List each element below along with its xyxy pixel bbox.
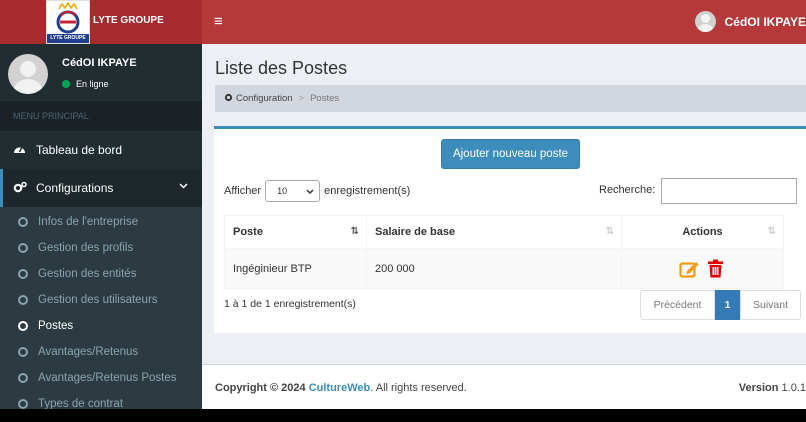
length-control: Afficher 10 enregistrement(s) xyxy=(224,180,410,202)
top-navbar: ≡ CédOI IKPAYE xyxy=(202,0,806,44)
circle-icon xyxy=(18,321,28,331)
subitem-label: Gestion des entités xyxy=(38,268,137,280)
edit-icon[interactable] xyxy=(679,259,700,278)
sort-icon: ⇅ xyxy=(605,226,614,237)
sidebar-item-configurations[interactable]: Configurations xyxy=(0,169,202,207)
table-row: Ingéginieur BTP 200 000 xyxy=(224,248,784,289)
main-content: Liste des Postes Configuration > Postes … xyxy=(202,44,806,364)
next-page-button[interactable]: Suivant xyxy=(740,290,801,320)
logo-area[interactable]: LYTE GROUPE LYTE GROUPE xyxy=(0,0,202,44)
breadcrumb-separator: > xyxy=(298,93,305,104)
dashboard-icon xyxy=(13,143,27,157)
cell-salaire: 200 000 xyxy=(366,248,622,289)
page-title: Liste des Postes xyxy=(215,58,348,78)
version-value: 1.0.1 xyxy=(781,382,806,394)
sidebar-subitem-infos-entreprise[interactable]: Infos de l'entreprise xyxy=(0,209,202,235)
cell-actions xyxy=(621,248,784,289)
user-name: CédOI IKPAYE xyxy=(724,14,806,29)
sidebar-subitem-avantages-retenus[interactable]: Avantages/Retenus xyxy=(0,339,202,365)
logo-emblem-icon xyxy=(56,1,80,34)
footer-brand-link[interactable]: CultureWeb xyxy=(309,382,371,394)
version-label: Version xyxy=(738,382,779,394)
sidebar-subitem-gestion-profils[interactable]: Gestion des profils xyxy=(0,235,202,261)
logo-caption: LYTE GROUPE xyxy=(47,34,89,43)
previous-page-button[interactable]: Précédent xyxy=(640,290,715,320)
sidebar-item-label: Tableau de bord xyxy=(36,143,123,157)
length-select[interactable]: 10 xyxy=(265,180,321,202)
delete-icon[interactable] xyxy=(705,259,726,278)
pagination: Précédent 1 Suivant xyxy=(640,290,801,320)
subitem-label: Avantages/Retenus xyxy=(38,346,139,358)
footer: Copyright © 2024 CultureWeb. All rights … xyxy=(202,364,806,409)
app-window: LYTE GROUPE LYTE GROUPE ≡ CédOI IKPAYE C… xyxy=(0,0,806,409)
length-label: Afficher xyxy=(224,185,262,197)
chevron-down-icon xyxy=(306,186,314,196)
header-label: Actions xyxy=(682,226,723,238)
brand-name: LYTE GROUPE xyxy=(93,15,164,26)
online-status: En ligne xyxy=(62,79,109,89)
sidebar-item-dashboard[interactable]: Tableau de bord xyxy=(0,131,202,169)
header-label: Salaire de base xyxy=(375,226,456,238)
online-dot-icon xyxy=(62,80,70,88)
subitem-label: Types de contrat xyxy=(38,398,124,409)
sort-icon: ⇅ xyxy=(767,226,776,237)
cogs-icon xyxy=(13,181,27,196)
circle-icon xyxy=(18,295,28,305)
length-value: 10 xyxy=(277,186,288,196)
submenu: Infos de l'entreprise Gestion des profil… xyxy=(0,207,202,409)
sidebar-user-name: CédOI IKPAYE xyxy=(62,57,137,69)
circle-icon xyxy=(18,217,28,227)
length-suffix: enregistrement(s) xyxy=(324,185,411,197)
subitem-label: Gestion des utilisateurs xyxy=(38,294,158,306)
circle-icon xyxy=(18,373,28,383)
user-menu[interactable]: CédOI IKPAYE xyxy=(694,11,806,32)
header-label: Poste xyxy=(233,226,263,238)
circle-icon xyxy=(18,269,28,279)
sidebar: CédOI IKPAYE En ligne MENU PRINCIPAL Tab… xyxy=(0,44,202,409)
copyright: Copyright © 2024 CultureWeb. All rights … xyxy=(215,382,467,394)
column-header-salaire[interactable]: Salaire de base ⇅ xyxy=(366,215,622,249)
circle-icon xyxy=(18,399,28,409)
version: Version 1.0.1 xyxy=(739,382,806,394)
sidebar-item-label: Configurations xyxy=(36,181,114,195)
breadcrumb-current: Postes xyxy=(310,93,340,104)
postes-table: Poste ⇅ Salaire de base ⇅ Actions ⇅ Ingé… xyxy=(224,215,784,289)
breadcrumb: Configuration > Postes xyxy=(215,85,806,112)
table-info: 1 à 1 de 1 enregistrement(s) xyxy=(224,298,356,310)
subitem-label: Postes xyxy=(38,320,74,332)
column-header-poste[interactable]: Poste ⇅ xyxy=(224,215,367,249)
column-header-actions[interactable]: Actions ⇅ xyxy=(621,215,784,249)
page-1-button[interactable]: 1 xyxy=(715,290,740,320)
sidebar-subitem-postes[interactable]: Postes xyxy=(0,313,202,339)
subitem-label: Infos de l'entreprise xyxy=(38,216,139,228)
add-poste-button[interactable]: Ajouter nouveau poste xyxy=(441,139,580,169)
menu-toggle-icon[interactable]: ≡ xyxy=(214,13,223,30)
cell-poste: Ingéginieur BTP xyxy=(224,248,367,289)
company-logo: LYTE GROUPE xyxy=(46,0,90,44)
rights-text: . All rights reserved. xyxy=(370,382,467,394)
circle-icon xyxy=(18,347,28,357)
sidebar-subitem-avantages-retenus-postes[interactable]: Avantages/Retenus Postes xyxy=(0,365,202,391)
user-panel: CédOI IKPAYE En ligne xyxy=(0,44,202,101)
avatar xyxy=(694,11,716,32)
subitem-label: Avantages/Retenus Postes xyxy=(38,372,177,384)
menu-header: MENU PRINCIPAL xyxy=(0,101,202,131)
postes-box: Ajouter nouveau poste Afficher 10 enregi… xyxy=(214,126,806,333)
status-label: En ligne xyxy=(76,79,109,89)
search-input[interactable] xyxy=(661,178,797,204)
sidebar-avatar xyxy=(8,54,48,94)
copyright-label: Copyright © 2024 xyxy=(215,382,306,394)
search-label: Recherche: xyxy=(599,184,656,196)
cog-icon xyxy=(224,93,233,105)
circle-icon xyxy=(18,243,28,253)
sidebar-subitem-gestion-entites[interactable]: Gestion des entités xyxy=(0,261,202,287)
breadcrumb-home[interactable]: Configuration xyxy=(236,93,293,104)
chevron-down-icon xyxy=(179,181,188,192)
subitem-label: Gestion des profils xyxy=(38,242,134,254)
sidebar-subitem-gestion-utilisateurs[interactable]: Gestion des utilisateurs xyxy=(0,287,202,313)
sort-asc-icon: ⇅ xyxy=(350,226,359,237)
sidebar-subitem-types-contrat[interactable]: Types de contrat xyxy=(0,391,202,409)
